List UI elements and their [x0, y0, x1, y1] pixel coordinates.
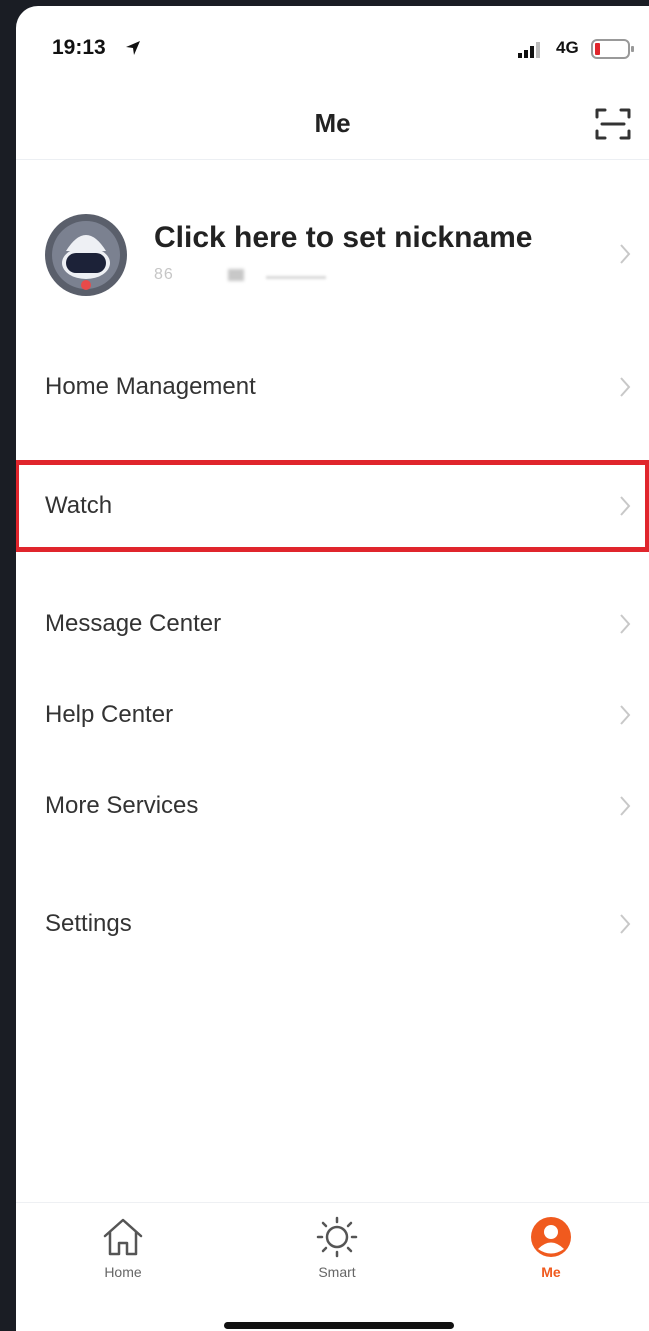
chevron-right-icon [620, 496, 631, 516]
page-title: Me [314, 108, 351, 138]
chevron-right-icon [620, 705, 631, 725]
menu-item-label: Message Center [45, 610, 222, 637]
chevron-right-icon [620, 796, 631, 816]
home-icon [103, 1218, 143, 1256]
tab-home[interactable]: Home [68, 1216, 178, 1288]
chevron-right-icon [620, 614, 631, 634]
menu-item-label: Help Center [45, 701, 174, 728]
signal-icon [518, 42, 540, 58]
tab-smart[interactable]: Smart [282, 1216, 392, 1288]
status-bar: 19:13 4G [16, 6, 649, 86]
redacted-account-block [228, 269, 244, 281]
status-time: 19:13 [52, 36, 106, 59]
profile-row[interactable]: Click here to set nickname 86 [16, 196, 649, 312]
tab-label: Smart [318, 1264, 356, 1280]
account-id: 86 [154, 266, 174, 283]
phone-screen: 19:13 4G Me Click here to set nickname 8… [16, 6, 649, 1331]
tab-label: Me [541, 1264, 561, 1280]
person-icon [531, 1217, 571, 1257]
menu-item-help-center[interactable]: Help Center [16, 673, 649, 757]
menu-item-message-center[interactable]: Message Center [16, 582, 649, 666]
header-divider [16, 159, 649, 160]
tab-bar-divider [16, 1202, 649, 1203]
menu-item-label: More Services [45, 792, 199, 819]
nickname-prompt[interactable]: Click here to set nickname [154, 221, 533, 255]
menu-item-more-services[interactable]: More Services [16, 764, 649, 848]
chevron-right-icon [620, 244, 631, 264]
tab-me[interactable]: Me [496, 1216, 606, 1288]
menu-item-watch[interactable]: Watch [16, 464, 649, 548]
menu-item-label: Watch [45, 492, 113, 519]
avatar[interactable] [44, 213, 128, 297]
menu-item-label: Settings [45, 910, 132, 937]
menu-item-home-management[interactable]: Home Management [16, 345, 649, 429]
location-arrow-icon [126, 41, 140, 55]
chevron-right-icon [620, 914, 631, 934]
sun-icon [316, 1216, 358, 1258]
redacted-account-line [266, 276, 326, 279]
scan-icon[interactable] [594, 106, 632, 142]
battery-icon [591, 39, 634, 59]
menu-item-settings[interactable]: Settings [16, 882, 649, 966]
home-indicator [224, 1322, 454, 1329]
menu-item-label: Home Management [45, 373, 256, 400]
network-label: 4G [556, 38, 579, 57]
tab-label: Home [104, 1264, 142, 1280]
chevron-right-icon [620, 377, 631, 397]
